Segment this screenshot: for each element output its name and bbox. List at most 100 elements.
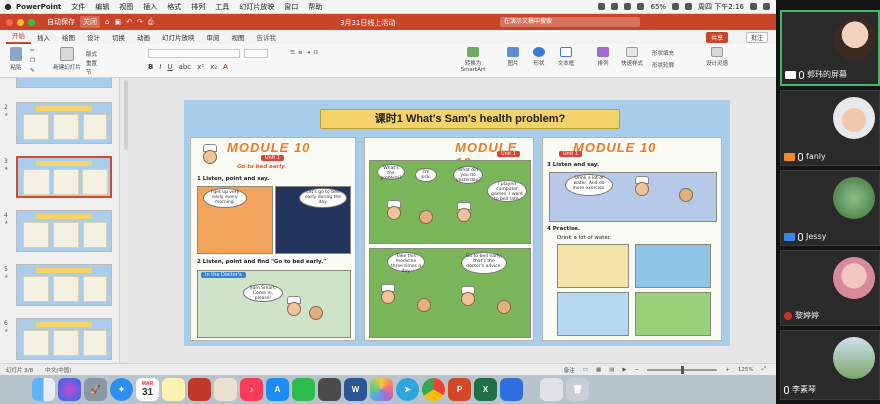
notes-app-icon[interactable] [162, 378, 185, 401]
app-store-icon[interactable]: A [266, 378, 289, 401]
font-name-input[interactable] [148, 49, 240, 58]
tab-home[interactable]: 开始 [6, 30, 31, 44]
participant-tile[interactable]: 黎婷婷 [780, 250, 880, 326]
slide-thumbnail-row[interactable]: 2 ★ [0, 100, 119, 150]
zoom-window-button[interactable] [28, 18, 35, 26]
bullets-icon[interactable]: ☰ [290, 50, 295, 70]
powerpoint-icon[interactable]: P [448, 378, 471, 401]
normal-view-icon[interactable]: ▭ [583, 367, 588, 373]
slide-thumbnail-row[interactable]: 6 ★ [0, 316, 119, 363]
menu-window[interactable]: 窗口 [284, 2, 298, 12]
slide-thumbnail-row[interactable]: 4 ★ [0, 208, 119, 258]
redo-icon[interactable]: ↷ [137, 18, 143, 26]
textbook-page-middle[interactable]: MODULE 10 Unit 1 What's the problem? I'm… [364, 137, 534, 341]
slide-thumbnail-row[interactable]: 3 ★ [0, 154, 119, 204]
photos-icon[interactable] [370, 378, 393, 401]
shape-outline-button[interactable]: 形状轮廓 [652, 61, 674, 69]
menu-file[interactable]: 文件 [71, 2, 85, 12]
office-icon[interactable] [318, 378, 341, 401]
participant-tile[interactable]: 李素琴 [780, 330, 880, 400]
tab-draw[interactable]: 绘图 [56, 32, 81, 44]
slideshow-icon[interactable]: ▶ [622, 367, 626, 373]
undo-icon[interactable]: ↶ [126, 18, 132, 26]
music-icon[interactable]: ♪ [240, 378, 263, 401]
zoom-out-icon[interactable]: − [635, 367, 640, 373]
textbox-button[interactable]: 文本框 [554, 47, 578, 67]
menu-edit[interactable]: 编辑 [95, 2, 109, 12]
slide-thumbnail-panel[interactable]: 2 ★ 3 ★ 4 ★ 5 ★ 6 ★ [0, 78, 120, 363]
tab-review[interactable]: 审阅 [201, 32, 226, 44]
minimize-window-button[interactable] [17, 18, 24, 26]
arrange-button[interactable]: 排列 [592, 47, 614, 67]
subscript-button[interactable]: x₂ [210, 63, 217, 71]
slide-thumbnail[interactable] [16, 318, 112, 360]
slide-title[interactable]: 课时1 What's Sam's health problem? [320, 109, 620, 129]
print-icon[interactable]: ⎙ [148, 18, 154, 27]
tab-view[interactable]: 视图 [226, 32, 251, 44]
shape-fill-button[interactable]: 形状填充 [652, 49, 674, 57]
slide-editing-stage[interactable]: 课时1 What's Sam's health problem? MODULE … [128, 78, 776, 363]
comments-button[interactable]: 批注 [745, 32, 768, 43]
tab-design[interactable]: 设计 [81, 32, 106, 44]
reset-button[interactable]: 重置 [86, 59, 97, 67]
bluetooth-icon[interactable] [624, 3, 632, 10]
section-button[interactable]: 节 [86, 68, 92, 76]
zoom-slider[interactable] [647, 365, 718, 374]
home-icon[interactable]: ⌂ [105, 18, 109, 26]
control-center-icon[interactable] [763, 3, 770, 10]
wechat-tray-icon[interactable] [598, 3, 606, 10]
save-icon[interactable]: ▣ [114, 18, 121, 26]
input-method-icon[interactable] [685, 3, 693, 10]
font-color-button[interactable]: A [223, 63, 228, 71]
format-painter-icon[interactable]: ✎ [30, 68, 35, 74]
strikethrough-button[interactable]: abc [179, 63, 192, 71]
font-size-input[interactable] [244, 49, 268, 58]
convert-smartart-button[interactable]: 转换为SmartArt [456, 47, 490, 73]
underline-button[interactable]: U [167, 63, 172, 71]
wifi-icon[interactable] [637, 3, 645, 10]
spotlight-icon[interactable] [750, 3, 757, 10]
slide-thumbnail[interactable] [16, 102, 112, 144]
zoom-level[interactable]: 125% [738, 367, 754, 373]
menu-format[interactable]: 格式 [167, 2, 181, 12]
slide-thumbnail[interactable] [16, 78, 112, 88]
copy-icon[interactable]: ❐ [30, 58, 35, 64]
slide-thumbnail-selected[interactable] [16, 156, 112, 198]
italic-button[interactable]: I [159, 63, 161, 71]
language-indicator[interactable]: 中文(中国) [45, 366, 71, 374]
menu-app-name[interactable]: PowerPoint [16, 3, 61, 11]
design-ideas-button[interactable]: 设计灵感 [704, 47, 730, 67]
shapes-button[interactable]: 形状 [528, 47, 550, 67]
word-icon[interactable]: W [344, 378, 367, 401]
ribbon-search-input[interactable]: 在演示文稿中搜索 [500, 17, 640, 27]
chrome-icon[interactable] [422, 378, 445, 401]
trash-icon[interactable]: 🗑 [566, 378, 589, 401]
menu-help[interactable]: 帮助 [308, 2, 322, 12]
tencent-meeting-tray-icon[interactable] [611, 3, 619, 10]
notes-button[interactable]: 备注 [564, 366, 575, 374]
participant-tile[interactable]: fanly [780, 90, 880, 166]
excel-icon[interactable]: X [474, 378, 497, 401]
slide-thumbnail[interactable] [16, 264, 112, 306]
reading-view-icon[interactable]: ▤ [609, 367, 614, 373]
autosave-toggle[interactable]: 关闭 [80, 16, 100, 28]
fit-slide-icon[interactable]: ⤢ [762, 366, 766, 373]
indent-icon[interactable]: ⇥ [306, 50, 311, 70]
menu-tools[interactable]: 工具 [215, 2, 229, 12]
superscript-button[interactable]: x² [197, 63, 204, 71]
menu-slideshow[interactable]: 幻灯片放映 [239, 2, 274, 12]
tab-slideshow[interactable]: 幻灯片放映 [156, 32, 201, 44]
safari-icon[interactable]: ✦ [110, 378, 133, 401]
bold-button[interactable]: B [148, 63, 153, 71]
tab-insert[interactable]: 插入 [31, 32, 56, 44]
apple-icon[interactable]: ● [0, 2, 16, 11]
calendar-icon[interactable]: MAR 31 [136, 378, 159, 401]
new-slide-button[interactable]: 新建幻灯片 [52, 47, 82, 71]
slide-thumbnail[interactable] [16, 210, 112, 252]
menu-view[interactable]: 视图 [119, 2, 133, 12]
paste-button[interactable]: 粘贴 [6, 47, 26, 71]
tab-transitions[interactable]: 切换 [106, 32, 131, 44]
align-icon[interactable]: ☷ [313, 50, 318, 70]
share-button[interactable]: 共享 [705, 32, 728, 43]
finder-icon[interactable] [32, 378, 55, 401]
